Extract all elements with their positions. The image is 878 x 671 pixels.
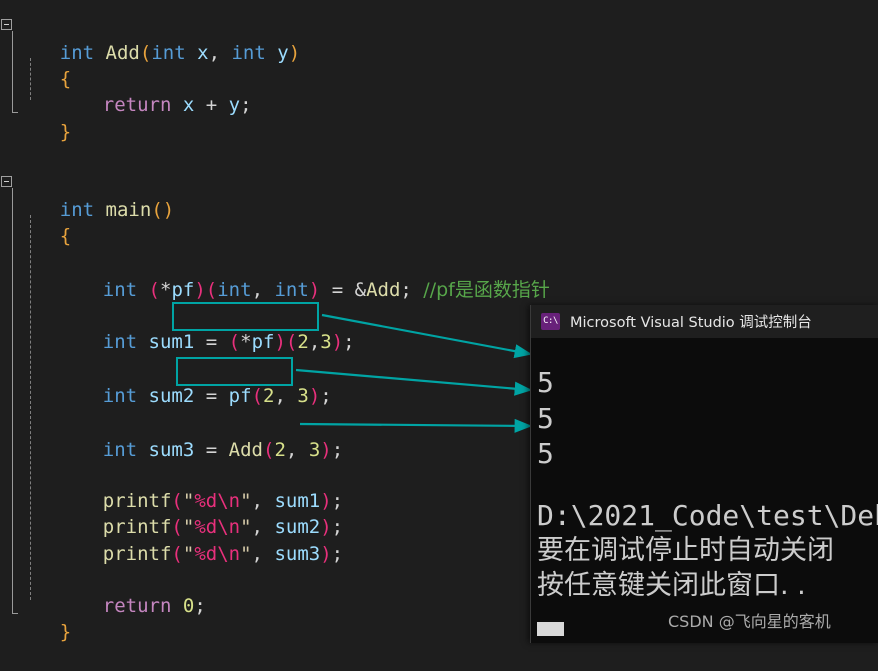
code-line[interactable]: printf("%d\n", sum1); (57, 462, 343, 512)
code-line[interactable]: printf("%d\n", sum3); (57, 515, 343, 565)
code-line[interactable]: } (14, 593, 71, 643)
csdn-watermark: CSDN @飞向星的客机 (668, 612, 831, 631)
console-output-line: 5 (537, 366, 554, 399)
fold-collapse-icon-main[interactable] (1, 176, 12, 187)
console-exit-path-line: D:\2021_Code\test\Debu (537, 499, 878, 532)
code-line[interactable]: { (14, 40, 71, 90)
token-paren: ( (139, 42, 152, 64)
code-line[interactable]: return 0; (57, 567, 206, 617)
code-line[interactable]: int Add(int x, int y) (14, 14, 300, 64)
code-comment: //pf是函数指针 (423, 279, 550, 301)
fold-range-bar-main (12, 188, 18, 614)
token-function-name: Add (105, 42, 140, 64)
console-cursor (537, 622, 564, 636)
console-prompt-line: 按任意键关闭此窗口. . (537, 570, 806, 601)
code-line[interactable]: } (14, 93, 71, 143)
console-hint-line: 要在调试停止时自动关闭 (537, 535, 834, 566)
fold-collapse-icon-add[interactable] (1, 19, 12, 30)
console-app-icon: C:\ (541, 313, 560, 330)
console-titlebar[interactable]: C:\ Microsoft Visual Studio 调试控制台 (531, 305, 878, 338)
token-brace: } (59, 621, 72, 643)
token-control-keyword: return (102, 94, 172, 116)
code-line[interactable]: { (14, 197, 71, 247)
code-line[interactable]: int (*pf)(int, int) = &Add; //pf是函数指针 (57, 251, 550, 301)
code-line[interactable]: int sum2 = pf(2, 3); (57, 357, 332, 407)
console-output-line: 5 (537, 437, 554, 470)
console-output-line: 5 (537, 402, 554, 435)
code-line[interactable]: int main() (14, 171, 174, 221)
code-line[interactable]: printf("%d\n", sum2); (57, 488, 343, 538)
code-line[interactable]: int sum3 = Add(2, 3); (57, 411, 343, 461)
token-function-name: main (105, 199, 152, 221)
console-output-area[interactable]: 5 5 5 D:\2021_Code\test\Debu 要在调试停止时自动关闭… (531, 338, 878, 643)
debug-console-window[interactable]: C:\ Microsoft Visual Studio 调试控制台 5 5 5 … (530, 305, 878, 643)
token-brace: { (59, 225, 72, 247)
code-line[interactable]: return x + y; (57, 66, 252, 116)
token-brace: } (59, 121, 72, 143)
fold-range-bar-add (12, 31, 18, 113)
console-title: Microsoft Visual Studio 调试控制台 (570, 315, 812, 331)
code-line[interactable]: int sum1 = (*pf)(2,3); (57, 303, 355, 353)
